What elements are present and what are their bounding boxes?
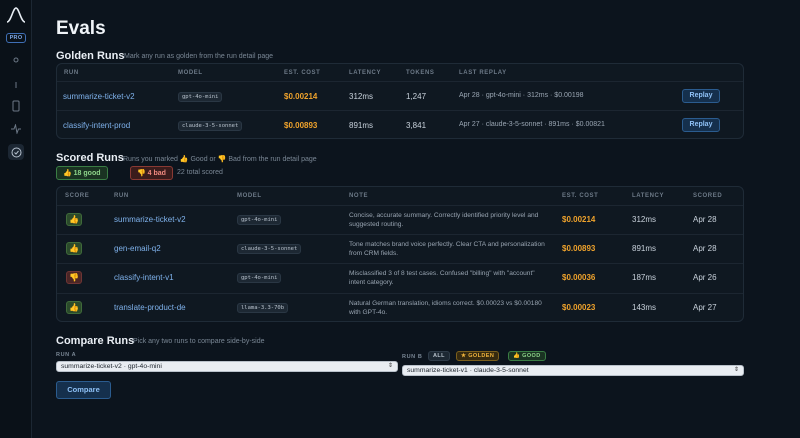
latency: 891ms: [349, 121, 374, 130]
model-chip: claude-3-5-sonnet: [237, 244, 302, 254]
latency: 187ms: [632, 273, 657, 282]
table-row[interactable]: 👍 gen-email-q2 claude-3-5-sonnet Tone ma…: [57, 234, 743, 263]
phone-icon[interactable]: [8, 98, 24, 114]
logo-icon[interactable]: [6, 6, 26, 24]
evals-nav-icon[interactable]: [8, 144, 24, 160]
column-header: RUN: [114, 193, 129, 199]
total-scored: 22 total scored: [177, 169, 223, 176]
est-cost: $0.00036: [562, 273, 596, 282]
bad-count-pill[interactable]: 👎 4 bad: [130, 166, 173, 180]
model-chip: claude-3-5-sonnet: [178, 121, 243, 131]
run-name-link[interactable]: summarize-ticket-v2: [114, 215, 186, 224]
run-a-value: summarize-ticket-v2 · gpt-4o-mini: [61, 363, 162, 370]
run-name-link[interactable]: gen-email-q2: [114, 244, 161, 253]
est-cost: $0.00214: [562, 215, 596, 224]
column-header: SCORED: [693, 193, 723, 199]
sidebar: PRO: [0, 0, 32, 438]
scored-date: Apr 27: [693, 303, 717, 312]
run-a-label: RUN A: [56, 352, 77, 358]
compare-runs-subtitle: Pick any two runs to compare side-by-sid…: [133, 338, 265, 345]
scored-runs-table: SCORE RUN MODEL NOTE EST. COST LATENCY S…: [56, 186, 744, 322]
est-cost: $0.00023: [562, 303, 596, 312]
est-cost: $0.00893: [562, 244, 596, 253]
golden-runs-title: Golden Runs: [56, 50, 125, 62]
model-chip: gpt-4o-mini: [178, 92, 223, 102]
column-header: TOKENS: [406, 70, 435, 76]
note-text: Tone matches brand voice perfectly. Clea…: [349, 241, 545, 257]
note-text: Natural German translation, idioms corre…: [349, 300, 542, 316]
select-arrows-icon: ⇕: [733, 367, 739, 373]
column-header: SCORE: [65, 193, 90, 199]
run-b-value: summarize-ticket-v1 · claude-3-5-sonnet: [407, 367, 529, 374]
scored-runs-subtitle: Runs you marked 👍 Good or 👎 Bad from the…: [123, 156, 317, 163]
model-chip: gpt-4o-mini: [237, 273, 282, 283]
column-header: MODEL: [237, 193, 262, 199]
page-title: Evals: [56, 18, 106, 39]
thumbs-up-icon: 👍: [66, 213, 82, 226]
column-header: EST. COST: [284, 70, 321, 76]
column-header: NOTE: [349, 193, 369, 199]
latency: 312ms: [632, 215, 657, 224]
golden-runs-subtitle: Mark any run as golden from the run deta…: [124, 53, 274, 60]
run-b-label: RUN B: [402, 354, 423, 360]
latency: 891ms: [632, 244, 657, 253]
filter-all-tag[interactable]: ALL: [428, 351, 450, 361]
table-row[interactable]: 👎 classify-intent-v1 gpt-4o-mini Misclas…: [57, 263, 743, 293]
run-b-select[interactable]: summarize-ticket-v1 · claude-3-5-sonnet …: [402, 365, 744, 376]
run-a-select[interactable]: summarize-ticket-v2 · gpt-4o-mini ⇕: [56, 361, 398, 372]
run-name-link[interactable]: summarize-ticket-v2: [63, 92, 135, 101]
replay-button[interactable]: Replay: [682, 118, 720, 132]
tokens: 3,841: [406, 121, 427, 130]
compare-button[interactable]: Compare: [56, 381, 111, 399]
pro-badge: PRO: [6, 33, 26, 43]
column-header: MODEL: [178, 70, 203, 76]
column-header: LATENCY: [632, 193, 665, 199]
divider-icon[interactable]: [8, 77, 24, 93]
scored-date: Apr 28: [693, 215, 717, 224]
column-header: LATENCY: [349, 70, 382, 76]
dot-icon[interactable]: [8, 52, 24, 68]
thumbs-up-icon: 👍: [66, 242, 82, 255]
compare-runs-title: Compare Runs: [56, 335, 135, 347]
tokens: 1,247: [406, 92, 427, 101]
column-header: EST. COST: [562, 193, 599, 199]
run-name-link[interactable]: classify-intent-v1: [114, 273, 174, 282]
table-row[interactable]: summarize-ticket-v2 gpt-4o-mini $0.00214…: [57, 81, 743, 110]
activity-icon[interactable]: [8, 121, 24, 137]
latency: 312ms: [349, 92, 374, 101]
table-row[interactable]: 👍 summarize-ticket-v2 gpt-4o-mini Concis…: [57, 205, 743, 234]
filter-golden-tag[interactable]: ★ GOLDEN: [456, 351, 500, 361]
est-cost: $0.00214: [284, 92, 318, 101]
model-chip: llama-3.3-70b: [237, 303, 289, 313]
select-arrows-icon: ⇕: [387, 363, 393, 369]
column-header: RUN: [64, 70, 79, 76]
thumbs-up-icon: 👍: [66, 301, 82, 314]
filter-good-tag[interactable]: 👍 GOOD: [508, 351, 546, 361]
scored-date: Apr 26: [693, 273, 717, 282]
good-count-pill[interactable]: 👍 18 good: [56, 166, 108, 180]
est-cost: $0.00893: [284, 121, 318, 130]
scored-date: Apr 28: [693, 244, 717, 253]
golden-runs-table: RUN MODEL EST. COST LATENCY TOKENS LAST …: [56, 63, 744, 139]
main-content: Evals Golden Runs Mark any run as golden…: [32, 0, 800, 438]
run-name-link[interactable]: classify-intent-prod: [63, 121, 130, 130]
replay-button[interactable]: Replay: [682, 89, 720, 103]
last-replay: Apr 28 · gpt-4o-mini · 312ms · $0.00198: [459, 92, 584, 99]
scored-runs-title: Scored Runs: [56, 152, 124, 164]
run-name-link[interactable]: translate-product-de: [114, 303, 186, 312]
column-header: LAST REPLAY: [459, 70, 507, 76]
table-row[interactable]: 👍 translate-product-de llama-3.3-70b Nat…: [57, 293, 743, 321]
table-row[interactable]: classify-intent-prod claude-3-5-sonnet $…: [57, 110, 743, 138]
thumbs-down-icon: 👎: [66, 271, 82, 284]
note-text: Concise, accurate summary. Correctly ide…: [349, 212, 539, 228]
latency: 143ms: [632, 303, 657, 312]
last-replay: Apr 27 · claude-3-5-sonnet · 891ms · $0.…: [459, 121, 605, 128]
note-text: Misclassified 3 of 8 test cases. Confuse…: [349, 270, 535, 286]
model-chip: gpt-4o-mini: [237, 215, 282, 225]
